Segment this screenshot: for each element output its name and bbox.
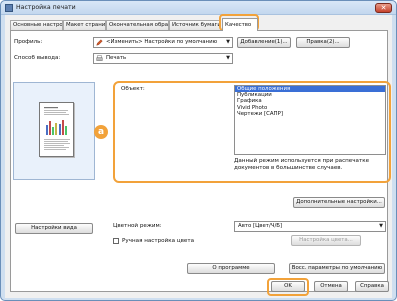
cancel-button[interactable]: Отмена: [314, 281, 348, 292]
output-method-select[interactable]: Печать ▼: [93, 53, 233, 64]
view-settings-button[interactable]: Настройки вида: [15, 223, 93, 234]
title-bar[interactable]: Настройка печати ✕: [1, 1, 396, 15]
restore-defaults-button[interactable]: Восс. параметры по умолчанию: [289, 263, 385, 274]
callout-badge-a: a: [94, 125, 108, 139]
tab-paper-source[interactable]: Источник бумаги: [169, 20, 221, 30]
color-mode-select[interactable]: Авто [Цвет/Ч/Б] ▼: [234, 221, 386, 232]
preview-page-thumbnail: [39, 102, 74, 157]
about-button[interactable]: О программе: [187, 263, 275, 274]
profile-select[interactable]: <Изменить> Настройки по умолчанию ▼: [93, 37, 233, 48]
tab-basic[interactable]: Основные настройки: [10, 20, 63, 30]
color-mode-value: Авто [Цвет/Ч/Б]: [238, 223, 283, 229]
chevron-down-icon: ▼: [226, 39, 230, 45]
ok-button[interactable]: OK: [271, 281, 305, 292]
advanced-settings-button[interactable]: Дополнительные настройки...: [293, 197, 385, 208]
printer-app-icon: [5, 4, 13, 12]
chevron-down-icon: ▼: [226, 55, 230, 61]
pencil-icon: [96, 39, 103, 46]
manual-color-label: Ручная настройка цвета: [122, 238, 195, 244]
profile-label: Профиль:: [14, 39, 43, 45]
color-settings-button[interactable]: Настройка цвета...: [291, 235, 361, 246]
dialog-body: Основные настройки Макет страницы Оконча…: [5, 14, 392, 298]
close-button[interactable]: ✕: [375, 3, 392, 13]
objective-item-cad[interactable]: Чертежи [САПР]: [235, 111, 385, 117]
objective-label: Объект:: [121, 86, 145, 92]
objective-listbox[interactable]: Общие положения Публикации Графика Vivid…: [234, 85, 386, 155]
print-settings-window: Настройка печати ✕ Основные настройки Ма…: [0, 0, 397, 301]
page-preview: [13, 82, 95, 180]
manual-color-checkbox[interactable]: [113, 238, 119, 244]
tab-page-setup[interactable]: Макет страницы: [63, 20, 106, 30]
printer-icon: [96, 55, 103, 61]
output-method-label: Способ вывода:: [14, 55, 61, 61]
profile-edit-button[interactable]: Правка(2)...: [296, 37, 350, 48]
color-mode-label: Цветной режим:: [113, 223, 162, 229]
profile-value: <Изменить> Настройки по умолчанию: [106, 39, 218, 45]
chevron-down-icon: ▼: [379, 223, 383, 229]
tab-finishing[interactable]: Окончательная обработка: [106, 20, 169, 30]
output-method-value: Печать: [106, 55, 127, 61]
objective-description: Данный режим используется при распечатке…: [234, 158, 370, 171]
help-button[interactable]: Справка: [355, 281, 389, 292]
tab-quality[interactable]: Качество: [222, 18, 258, 31]
window-title: Настройка печати: [16, 4, 76, 11]
preview-page-image: [44, 107, 70, 150]
profile-add-button[interactable]: Добавление(1)...: [237, 37, 291, 48]
